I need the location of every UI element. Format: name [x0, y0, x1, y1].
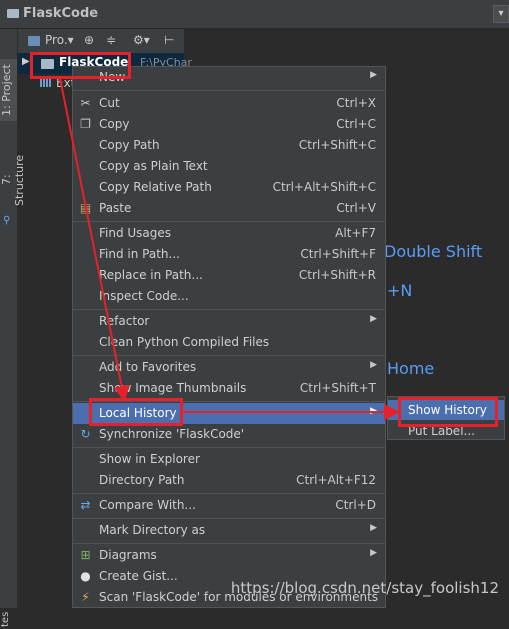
annotation-arrow-to-local-history [59, 77, 130, 402]
annotation-arrows [59, 77, 400, 420]
bottom-tool-tab[interactable]: tes [0, 609, 17, 629]
watermark-text: https://blog.csdn.net/stay_foolish12 [230, 579, 499, 597]
